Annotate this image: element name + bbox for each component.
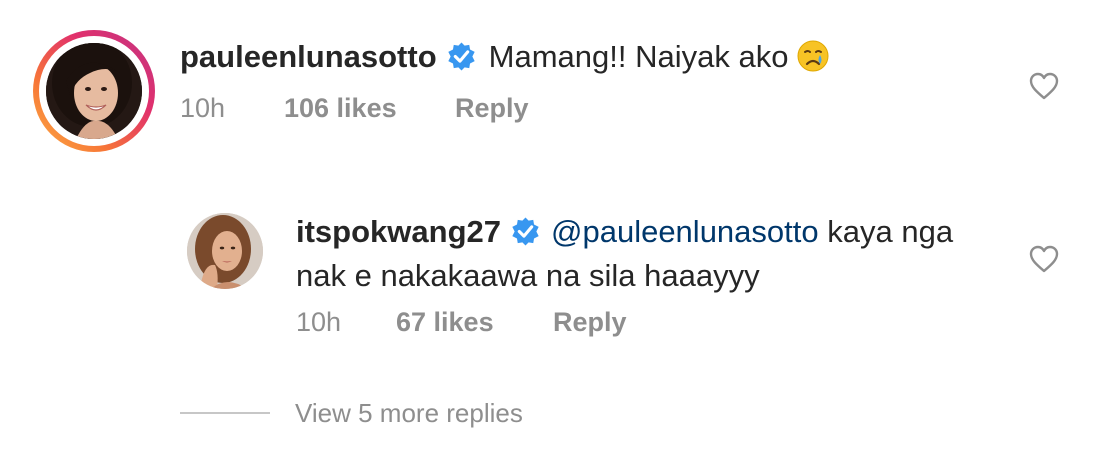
reply-button[interactable]: Reply <box>455 93 529 124</box>
comment-text: pauleenlunasotto Mamang!! Naiyak ako <box>180 35 830 79</box>
story-ring[interactable] <box>33 30 155 152</box>
comment-body: Mamang!! Naiyak ako <box>488 39 789 74</box>
comment-likes[interactable]: 106 likes <box>284 93 455 124</box>
reply-likes[interactable]: 67 likes <box>396 307 553 338</box>
heart-outline-icon[interactable] <box>1029 72 1059 100</box>
heart-outline-icon[interactable] <box>1029 245 1059 273</box>
avatar-itspokwang27[interactable] <box>187 213 263 289</box>
view-more-replies-label: View 5 more replies <box>295 397 523 428</box>
mention-link[interactable]: @pauleenlunasotto <box>551 214 819 249</box>
view-more-replies-button[interactable]: View 5 more replies <box>180 393 523 433</box>
comment-thread: pauleenlunasotto Mamang!! Naiyak ako 10h… <box>0 0 1120 469</box>
avatar-pauleenlunasotto[interactable] <box>46 43 142 139</box>
reply-button[interactable]: Reply <box>553 307 627 338</box>
reply-text: itspokwang27 @pauleenlunasotto kaya nga … <box>296 210 996 298</box>
verified-badge-icon <box>446 40 477 71</box>
verified-badge-icon <box>510 215 541 246</box>
reply-meta: 10h 67 likes Reply <box>296 307 627 338</box>
reply-username[interactable]: itspokwang27 <box>296 214 501 249</box>
comment-meta: 10h 106 likes Reply <box>180 93 529 124</box>
replies-divider-line <box>180 412 270 414</box>
comment-time: 10h <box>180 93 226 123</box>
reply-time: 10h <box>296 307 342 337</box>
crying-face-emoji <box>796 39 830 73</box>
comment-username[interactable]: pauleenlunasotto <box>180 39 437 74</box>
story-ring-gap <box>39 36 149 146</box>
